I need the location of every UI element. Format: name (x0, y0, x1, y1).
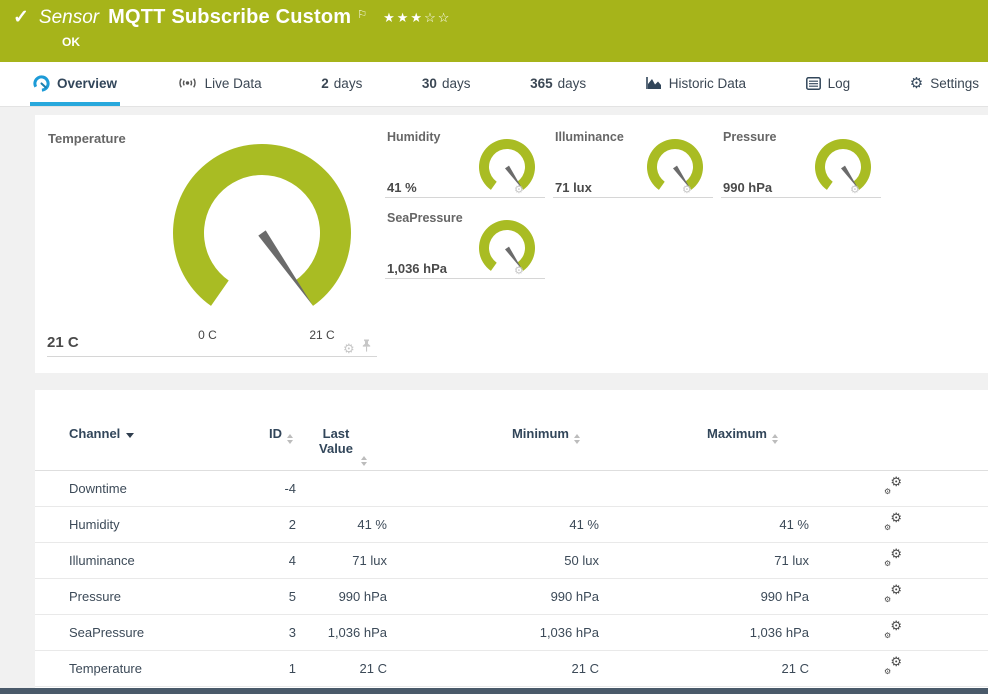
prtg-sensor-page: ✓ Sensor MQTT Subscribe Custom ⚐ ★★★☆☆ O… (0, 0, 988, 694)
table-body: Downtime -4 ⚙⚙ Humidity 2 41 % 41 % 41 %… (35, 471, 988, 687)
gauge-icon (33, 75, 50, 92)
status-badge: OK (62, 35, 80, 49)
bottom-bar (0, 688, 988, 694)
divider (47, 356, 377, 357)
column-header-id[interactable]: ID (225, 426, 296, 444)
edit-channel-gears-icon[interactable]: ⚙⚙ (884, 622, 902, 640)
priority-stars[interactable]: ★★★☆☆ (383, 10, 451, 26)
table-row-humidity[interactable]: Humidity 2 41 % 41 % 41 % ⚙⚙ (35, 507, 988, 543)
mini-panel-controls: ⚙ (514, 266, 529, 277)
column-header-channel[interactable]: Channel (35, 426, 225, 441)
primary-channel-name: Temperature (48, 131, 126, 146)
edit-channel-gears-icon[interactable]: ⚙⚙ (884, 514, 902, 532)
channel-value: 990 hPa (723, 180, 772, 195)
pin-icon[interactable] (362, 339, 371, 357)
channel-name: Pressure (723, 130, 777, 144)
edit-channel-gears-icon[interactable]: ⚙⚙ (884, 586, 902, 604)
channel-name: Illuminance (555, 130, 624, 144)
gauges-panel: Temperature 0 C 21 C 21 C ⚙ Humidity 41 … (35, 115, 988, 373)
channel-panel-humidity: Humidity 41 % ⚙ (385, 125, 545, 198)
channel-panel-pressure: Pressure 990 hPa ⚙ (721, 125, 881, 198)
flag-icon[interactable]: ⚐ (357, 8, 367, 21)
tab-log[interactable]: Log (803, 62, 854, 106)
tab-overview[interactable]: Overview (30, 62, 120, 106)
mini-panel-controls: ⚙ (682, 185, 697, 196)
column-header-last-value[interactable]: Last Value (296, 426, 387, 456)
edit-channel-gears-icon[interactable]: ⚙⚙ (884, 478, 902, 496)
column-header-maximum[interactable]: Maximum (599, 426, 809, 444)
sort-icon (361, 456, 367, 466)
gear-icon[interactable]: ⚙ (850, 185, 860, 196)
area-chart-icon (646, 76, 662, 90)
sort-desc-icon (126, 433, 134, 438)
sensor-header: ✓ Sensor MQTT Subscribe Custom ⚐ ★★★☆☆ O… (0, 0, 988, 62)
tab-30-days[interactable]: 30 days (419, 62, 474, 106)
gear-icon[interactable]: ⚙ (514, 266, 524, 277)
temperature-gauge (170, 141, 354, 330)
table-row-temperature[interactable]: Temperature 1 21 C 21 C 21 C ⚙⚙ (35, 651, 988, 687)
mini-panel-controls: ⚙ (850, 185, 865, 196)
table-row-pressure[interactable]: Pressure 5 990 hPa 990 hPa 990 hPa ⚙⚙ (35, 579, 988, 615)
sort-icon (574, 434, 580, 444)
tab-365-days[interactable]: 365 days (527, 62, 589, 106)
channels-table-panel: Channel ID Last Value Minimum Maximum Do… (35, 390, 988, 689)
channel-value: 71 lux (555, 180, 592, 195)
status-check-icon: ✓ (13, 6, 29, 29)
table-row-downtime[interactable]: Downtime -4 ⚙⚙ (35, 471, 988, 507)
sort-icon (287, 434, 293, 444)
gauge-scale-min: 0 C (185, 328, 230, 342)
channel-panel-seapressure: SeaPressure 1,036 hPa ⚙ (385, 206, 545, 279)
tab-live-data[interactable]: Live Data (174, 62, 265, 106)
channel-panel-illuminance: Illuminance 71 lux ⚙ (553, 125, 713, 198)
broadcast-icon (177, 76, 198, 90)
gear-icon[interactable]: ⚙ (682, 185, 692, 196)
gauge-scale-max: 21 C (299, 328, 345, 342)
primary-channel-value: 21 C (47, 334, 79, 351)
content-area: Temperature 0 C 21 C 21 C ⚙ Humidity 41 … (0, 107, 988, 694)
edit-channel-gears-icon[interactable]: ⚙⚙ (884, 658, 902, 676)
log-icon (806, 77, 821, 90)
sort-icon (772, 434, 778, 444)
gear-icon: ⚙ (910, 76, 923, 91)
column-header-minimum[interactable]: Minimum (387, 426, 599, 444)
gear-icon[interactable]: ⚙ (514, 185, 524, 196)
tab-historic-data[interactable]: Historic Data (643, 62, 749, 106)
table-row-illuminance[interactable]: Illuminance 4 71 lux 50 lux 71 lux ⚙⚙ (35, 543, 988, 579)
table-header-row: Channel ID Last Value Minimum Maximum (35, 420, 988, 471)
tab-settings[interactable]: ⚙ Settings (907, 62, 982, 106)
tab-bar: Overview Live Data 2 days 30 days 365 da… (0, 62, 988, 107)
mini-panel-controls: ⚙ (514, 185, 529, 196)
channel-name: Humidity (387, 130, 440, 144)
tab-2-days[interactable]: 2 days (318, 62, 365, 106)
channel-name: SeaPressure (387, 211, 463, 225)
table-row-seapressure[interactable]: SeaPressure 3 1,036 hPa 1,036 hPa 1,036 … (35, 615, 988, 651)
sensor-title: MQTT Subscribe Custom (108, 6, 351, 29)
channel-value: 1,036 hPa (387, 261, 447, 276)
channel-value: 41 % (387, 180, 417, 195)
gear-icon[interactable]: ⚙ (343, 342, 355, 355)
sensor-kind-label: Sensor (39, 7, 99, 29)
edit-channel-gears-icon[interactable]: ⚙⚙ (884, 550, 902, 568)
primary-panel-controls: ⚙ (343, 339, 371, 357)
